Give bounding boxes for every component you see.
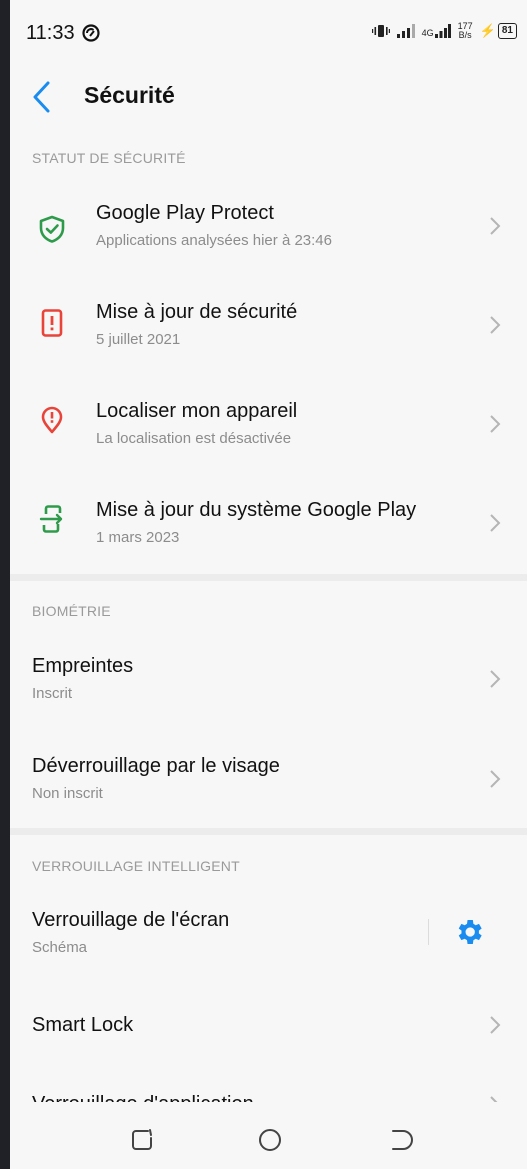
item-title: Smart Lock — [32, 1014, 134, 1036]
item-smart-lock[interactable]: Smart Lock — [10, 976, 527, 1075]
do-not-disturb-icon — [82, 24, 100, 42]
location-alert-icon — [41, 406, 63, 434]
status-time: 11:33 — [26, 22, 75, 44]
item-subtitle: 5 juillet 2021 — [96, 331, 181, 348]
item-title: Mise à jour de sécurité — [96, 301, 298, 323]
gear-icon[interactable] — [453, 916, 485, 948]
vibrate-icon — [371, 25, 390, 37]
item-screen-lock[interactable]: Verrouillage de l'écran Schéma — [10, 885, 527, 984]
chevron-right-icon — [490, 316, 501, 334]
item-subtitle: Applications analysées hier à 23:46 — [96, 232, 332, 249]
section-header-smart-lock: VERROUILLAGE INTELLIGENT — [32, 858, 240, 874]
section-divider — [10, 828, 527, 835]
phone-update-icon — [39, 505, 63, 533]
vertical-separator — [428, 919, 429, 945]
item-subtitle: Non inscrit — [32, 785, 103, 802]
navigation-bar — [10, 1102, 527, 1169]
item-security-update[interactable]: Mise à jour de sécurité 5 juillet 2021 — [10, 279, 527, 378]
phone-screen: 11:33 4G 177 B/s ⚡ 81 Sécurité STATUT DE… — [10, 0, 527, 1169]
section-divider — [10, 574, 527, 581]
network-type: 4G — [421, 28, 434, 38]
chevron-right-icon — [490, 1016, 501, 1034]
home-icon[interactable] — [256, 1126, 284, 1154]
item-subtitle: 1 mars 2023 — [96, 529, 180, 546]
status-bar: 11:33 4G 177 B/s ⚡ 81 — [10, 0, 527, 64]
item-face-unlock[interactable]: Déverrouillage par le visage Non inscrit — [10, 731, 527, 830]
network-speed: 177 B/s — [457, 21, 473, 40]
chevron-right-icon — [490, 670, 501, 688]
item-fingerprints[interactable]: Empreintes Inscrit — [10, 631, 527, 730]
charging-icon: ⚡ — [479, 23, 496, 38]
back-arrow-icon[interactable] — [30, 80, 52, 114]
recent-apps-icon[interactable] — [128, 1126, 156, 1154]
status-right-icons: 4G 177 B/s ⚡ 81 — [371, 21, 517, 40]
item-find-my-device[interactable]: Localiser mon appareil La localisation e… — [10, 378, 527, 477]
battery-indicator: ⚡ 81 — [480, 23, 517, 39]
shield-check-icon — [39, 215, 65, 243]
page-title: Sécurité — [84, 82, 175, 108]
chevron-right-icon — [490, 415, 501, 433]
chevron-right-icon — [490, 770, 501, 788]
item-title: Empreintes — [32, 655, 134, 677]
item-google-play-system-update[interactable]: Mise à jour du système Google Play 1 mar… — [10, 477, 527, 576]
item-title: Localiser mon appareil — [96, 400, 298, 422]
back-nav-icon[interactable] — [388, 1126, 416, 1154]
phone-alert-icon — [41, 309, 63, 337]
item-google-play-protect[interactable]: Google Play Protect Applications analysé… — [10, 180, 527, 279]
item-subtitle: Schéma — [32, 939, 88, 956]
signal-icon-2 — [434, 24, 451, 38]
section-header-security-status: STATUT DE SÉCURITÉ — [32, 150, 186, 166]
battery-level: 81 — [497, 23, 517, 39]
item-title: Verrouillage de l'écran — [32, 909, 230, 931]
signal-icon-1 — [396, 24, 415, 38]
item-title: Google Play Protect — [96, 202, 274, 224]
app-header: Sécurité — [10, 64, 527, 130]
item-subtitle: Inscrit — [32, 685, 73, 702]
item-title: Déverrouillage par le visage — [32, 755, 280, 777]
section-header-biometrics: BIOMÉTRIE — [32, 603, 111, 619]
item-subtitle: La localisation est désactivée — [96, 430, 292, 447]
chevron-right-icon — [490, 514, 501, 532]
item-title: Mise à jour du système Google Play — [96, 499, 417, 521]
chevron-right-icon — [490, 217, 501, 235]
